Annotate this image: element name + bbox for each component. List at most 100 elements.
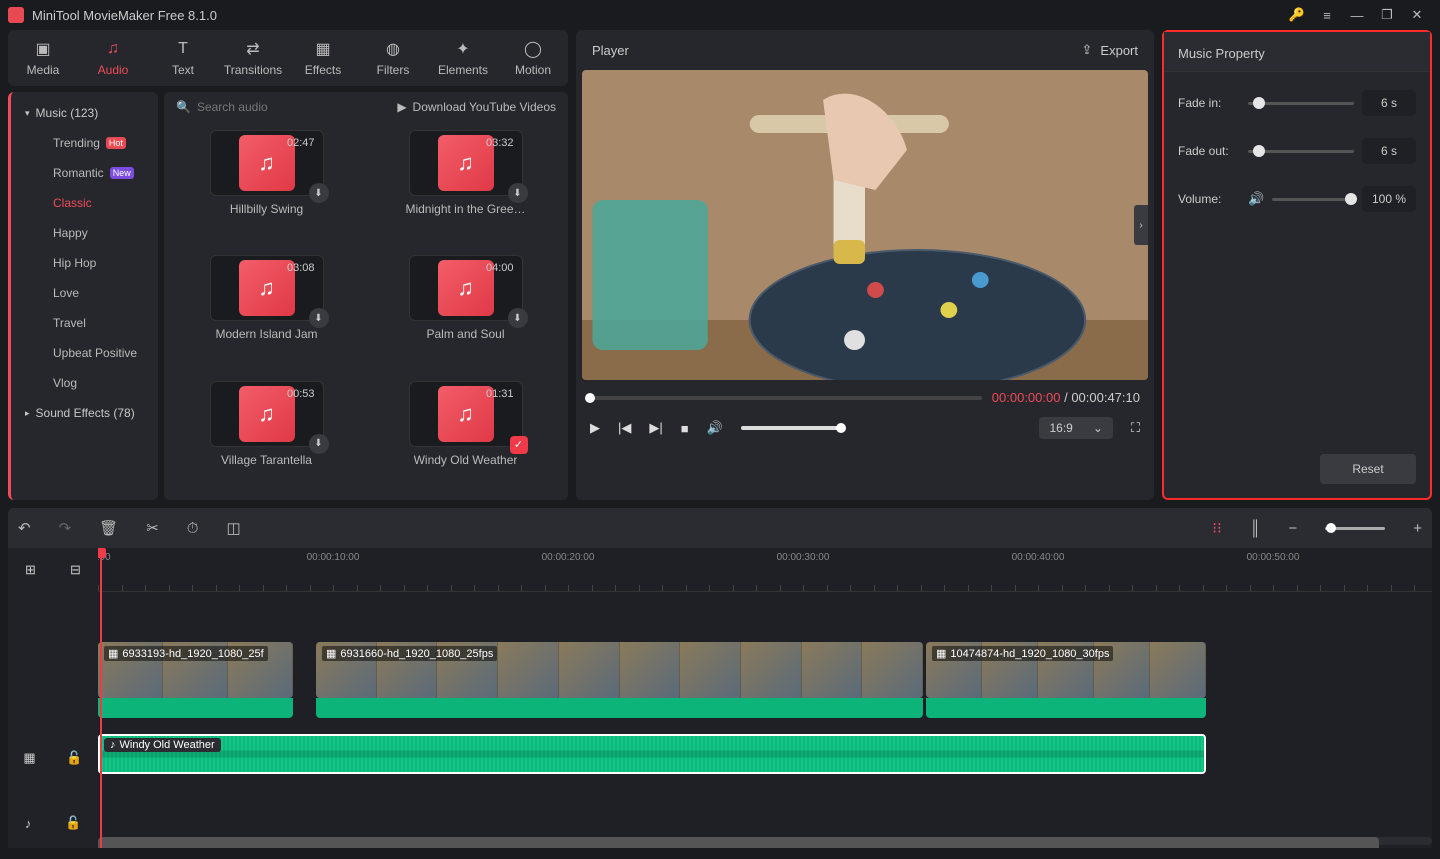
tab-audio[interactable]: ♫Audio (78, 30, 148, 86)
volume-icon[interactable]: 🔊 (1248, 191, 1264, 207)
zoom-in-button[interactable]: + (1413, 520, 1422, 537)
speed-button[interactable]: ⏱ (187, 520, 199, 537)
media-item[interactable]: ♫ 03:08 ⬇ Modern Island Jam (176, 255, 357, 366)
lock-icon[interactable]: 🔓 (65, 815, 81, 831)
video-clip[interactable]: ▦6933193-hd_1920_1080_25f (98, 642, 293, 698)
download-icon[interactable]: ⬇ (508, 308, 528, 328)
property-label: Fade out: (1178, 144, 1240, 158)
clip-icon: ▦ (936, 647, 946, 660)
cat-classic[interactable]: Classic (11, 188, 158, 218)
music-note-icon: ♫ (457, 150, 474, 176)
cat-vlog[interactable]: Vlog (11, 368, 158, 398)
category-sfx[interactable]: ▸Sound Effects (78) (11, 398, 158, 428)
cat-travel[interactable]: Travel (11, 308, 158, 338)
property-value[interactable]: 100 % (1362, 186, 1416, 212)
fullscreen-button[interactable]: ⛶ (1131, 420, 1140, 436)
minimize-icon[interactable]: — (1342, 0, 1372, 30)
property-title: Music Property (1178, 46, 1265, 61)
split-button[interactable]: ✂ (146, 519, 159, 537)
tab-text[interactable]: TText (148, 30, 218, 86)
play-button[interactable]: ▶ (590, 420, 600, 436)
media-item[interactable]: ♫ 04:00 ⬇ Palm and Soul (375, 255, 556, 366)
lock-icon[interactable]: 🔓 (66, 750, 82, 766)
maximize-icon[interactable]: ❐ (1372, 0, 1402, 30)
music-property-panel: Music Property Fade in: 6 s Fade out: 6 … (1162, 30, 1432, 500)
audio-track[interactable]: ♪Windy Old Weather (98, 734, 1432, 774)
expand-chevron-icon[interactable]: › (1134, 205, 1148, 245)
clip-audio-bar (926, 698, 1206, 718)
video-track[interactable]: ▦6933193-hd_1920_1080_25f ▦6931660-hd_19… (98, 642, 1432, 720)
app-title: MiniTool MovieMaker Free 8.1.0 (32, 8, 217, 23)
media-duration: 01:31 (486, 388, 514, 400)
player-title: Player (592, 43, 629, 58)
horizontal-scrollbar[interactable] (98, 837, 1432, 845)
tab-effects[interactable]: ▦Effects (288, 30, 358, 86)
property-label: Fade in: (1178, 96, 1240, 110)
media-name: Windy Old Weather (414, 453, 518, 467)
tab-transitions[interactable]: ⇄Transitions (218, 30, 288, 86)
tab-media[interactable]: ▣Media (8, 30, 78, 86)
close-icon[interactable]: ✕ (1402, 0, 1432, 30)
export-icon: ⇪ (1082, 42, 1093, 58)
download-icon[interactable]: ⬇ (309, 183, 329, 203)
delete-button[interactable]: 🗑 (99, 519, 118, 537)
category-music[interactable]: ▾Music (123) (11, 98, 158, 128)
add-track-button[interactable]: ⊞ (25, 562, 36, 578)
aspect-ratio-select[interactable]: 16:9⌄ (1039, 417, 1112, 439)
magnet-button[interactable]: ⁝⁝ (1212, 519, 1222, 537)
preview-area[interactable]: › (582, 70, 1148, 380)
next-button[interactable]: ▶| (649, 420, 662, 436)
download-icon[interactable]: ⬇ (309, 434, 329, 454)
zoom-slider[interactable] (1325, 527, 1385, 530)
elements-icon: ✦ (453, 39, 473, 59)
cat-love[interactable]: Love (11, 278, 158, 308)
property-slider[interactable] (1248, 150, 1354, 153)
reset-button[interactable]: Reset (1320, 454, 1416, 484)
tab-filters[interactable]: ◍Filters (358, 30, 428, 86)
chevron-right-icon: ▸ (25, 408, 30, 419)
menu-icon[interactable]: ≡ (1312, 0, 1342, 30)
prev-button[interactable]: |◀ (618, 420, 631, 436)
property-value[interactable]: 6 s (1362, 90, 1416, 116)
crop-button[interactable]: ◫ (226, 519, 240, 537)
media-item[interactable]: ♫ 00:53 ⬇ Village Tarantella (176, 381, 357, 492)
volume-slider[interactable] (741, 426, 841, 430)
download-youtube-button[interactable]: ▶Download YouTube Videos (397, 100, 556, 114)
time-ruler[interactable]: 00:0000:00:10:0000:00:20:0000:00:30:0000… (98, 548, 1432, 592)
license-key-icon[interactable]: 🔑 (1282, 0, 1312, 30)
cat-hiphop[interactable]: Hip Hop (11, 248, 158, 278)
zoom-out-button[interactable]: − (1288, 520, 1297, 537)
stop-button[interactable]: ■ (681, 421, 689, 436)
tab-motion[interactable]: ◯Motion (498, 30, 568, 86)
redo-button[interactable]: ↷ (59, 519, 72, 537)
undo-button[interactable]: ↶ (18, 519, 31, 537)
cat-trending[interactable]: TrendingHot (11, 128, 158, 158)
playhead[interactable] (100, 548, 102, 848)
property-value[interactable]: 6 s (1362, 138, 1416, 164)
cat-happy[interactable]: Happy (11, 218, 158, 248)
markers-button[interactable]: ║ (1250, 520, 1261, 537)
property-slider[interactable] (1272, 198, 1354, 201)
search-input[interactable]: 🔍Search audio (176, 100, 268, 114)
download-icon[interactable]: ⬇ (508, 183, 528, 203)
scrub-bar[interactable] (590, 396, 982, 400)
audio-clip[interactable]: ♪Windy Old Weather (98, 734, 1206, 774)
media-item[interactable]: ♫ 01:31 ✓ Windy Old Weather (375, 381, 556, 492)
property-slider[interactable] (1248, 102, 1354, 105)
motion-icon: ◯ (523, 39, 543, 59)
video-clip[interactable]: ▦10474874-hd_1920_1080_30fps (926, 642, 1206, 698)
download-icon[interactable]: ⬇ (309, 308, 329, 328)
chevron-down-icon: ⌄ (1093, 421, 1103, 435)
cat-upbeat[interactable]: Upbeat Positive (11, 338, 158, 368)
volume-icon[interactable]: 🔊 (707, 420, 723, 436)
media-item[interactable]: ♫ 02:47 ⬇ Hillbilly Swing (176, 130, 357, 241)
audio-clip-name: Windy Old Weather (120, 739, 215, 751)
tab-elements[interactable]: ✦Elements (428, 30, 498, 86)
video-clip[interactable]: ▦6931660-hd_1920_1080_25fps (316, 642, 923, 698)
cat-romantic[interactable]: RomanticNew (11, 158, 158, 188)
collapse-tracks-button[interactable]: ⊟ (70, 562, 81, 578)
filters-icon: ◍ (383, 39, 403, 59)
check-icon: ✓ (510, 436, 528, 454)
media-item[interactable]: ♫ 03:32 ⬇ Midnight in the Gree… (375, 130, 556, 241)
export-button[interactable]: ⇪Export (1082, 42, 1138, 58)
